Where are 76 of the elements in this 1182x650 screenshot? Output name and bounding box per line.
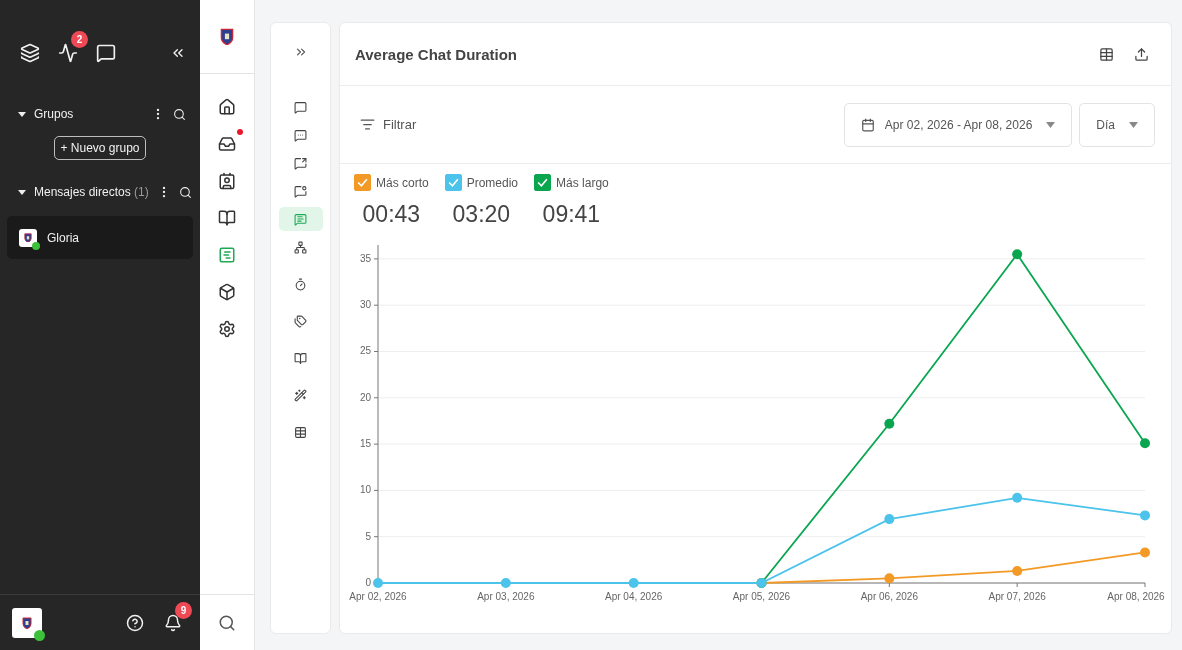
period-select[interactable]: Día <box>1079 102 1155 147</box>
y-tick-label: 15 <box>359 438 371 450</box>
inbox-icon[interactable] <box>218 135 236 153</box>
settings-icon[interactable] <box>218 320 236 338</box>
notification-badge: 9 <box>175 601 192 619</box>
new-group-button[interactable]: + Nuevo grupo <box>54 136 146 160</box>
check-icon <box>536 176 550 189</box>
x-tick-label: Apr 02, 2026 <box>349 591 407 602</box>
search-icon[interactable] <box>178 185 192 199</box>
box-icon[interactable] <box>218 283 236 301</box>
data-point <box>1140 438 1150 449</box>
chat-bubble-icon[interactable] <box>96 43 116 63</box>
data-point <box>628 578 639 588</box>
caret-icon <box>1046 121 1056 128</box>
y-tick-label: 30 <box>359 299 371 311</box>
caret-icon <box>1129 121 1138 128</box>
date-range-select[interactable]: Apr 02, 2026 - Apr 08, 2026 <box>843 102 1073 147</box>
crest-icon <box>220 28 234 45</box>
search-icon[interactable] <box>173 107 186 121</box>
chart-square-icon[interactable] <box>218 246 236 264</box>
data-point <box>884 573 895 584</box>
activity-icon[interactable] <box>58 43 78 63</box>
filter-icon <box>360 117 375 132</box>
help-icon[interactable] <box>126 613 144 632</box>
data-point <box>1012 249 1023 260</box>
data-point <box>1140 547 1150 558</box>
contact-card-icon[interactable] <box>218 172 236 190</box>
x-tick-label: Apr 08, 2026 <box>1107 591 1165 602</box>
x-tick-label: Apr 07, 2026 <box>988 591 1046 602</box>
caret-icon[interactable] <box>18 110 26 118</box>
data-point <box>884 418 895 429</box>
data-point <box>500 578 511 588</box>
section-title[interactable]: Mensajes directos (1) <box>34 185 149 199</box>
data-point <box>1140 510 1150 521</box>
calendar-icon <box>860 117 875 132</box>
legend-label: Más corto <box>376 175 429 190</box>
y-tick-label: 0 <box>365 577 371 588</box>
x-tick-label: Apr 03, 2026 <box>477 591 535 602</box>
checkbox[interactable] <box>354 174 371 191</box>
export-icon[interactable] <box>1134 46 1149 62</box>
y-tick-label: 10 <box>359 484 371 496</box>
caret-icon[interactable] <box>18 188 26 196</box>
x-tick-label: Apr 05, 2026 <box>732 591 791 602</box>
filter-button[interactable]: Filtrar <box>360 117 417 132</box>
x-tick-label: Apr 04, 2026 <box>605 591 663 602</box>
stat-value: 09:41 <box>542 201 601 228</box>
stat-value: 03:20 <box>452 201 511 228</box>
y-tick-label: 20 <box>359 391 371 403</box>
notification-badge: 2 <box>71 31 88 48</box>
contact-name: Gloria <box>47 230 79 245</box>
home-icon[interactable] <box>218 98 236 116</box>
checkbox[interactable] <box>534 174 552 191</box>
y-tick-label: 25 <box>359 345 371 357</box>
report-title: Average Chat Duration <box>355 45 518 63</box>
book-icon[interactable] <box>218 209 236 227</box>
data-point <box>373 578 383 588</box>
legend-label: Más largo <box>556 175 609 190</box>
check-icon <box>356 176 369 189</box>
x-tick-label: Apr 06, 2026 <box>860 591 918 602</box>
table-icon[interactable] <box>1099 46 1114 62</box>
direct-message-item[interactable]: Gloria <box>7 216 193 259</box>
crest-icon <box>22 616 32 629</box>
stat-value: 00:43 <box>362 201 421 228</box>
bell-icon[interactable] <box>164 613 182 632</box>
section-title[interactable]: Grupos <box>34 107 143 121</box>
y-tick-label: 35 <box>359 252 371 264</box>
data-point <box>1012 492 1023 503</box>
check-icon <box>446 176 460 189</box>
legend-label: Promedio <box>466 175 519 190</box>
y-tick-label: 5 <box>365 530 371 542</box>
data-point <box>1012 565 1023 576</box>
data-point <box>884 514 895 525</box>
user-avatar[interactable] <box>12 607 42 638</box>
checkbox[interactable] <box>444 174 462 191</box>
crest-icon <box>24 232 32 243</box>
layers-icon[interactable] <box>20 43 40 63</box>
